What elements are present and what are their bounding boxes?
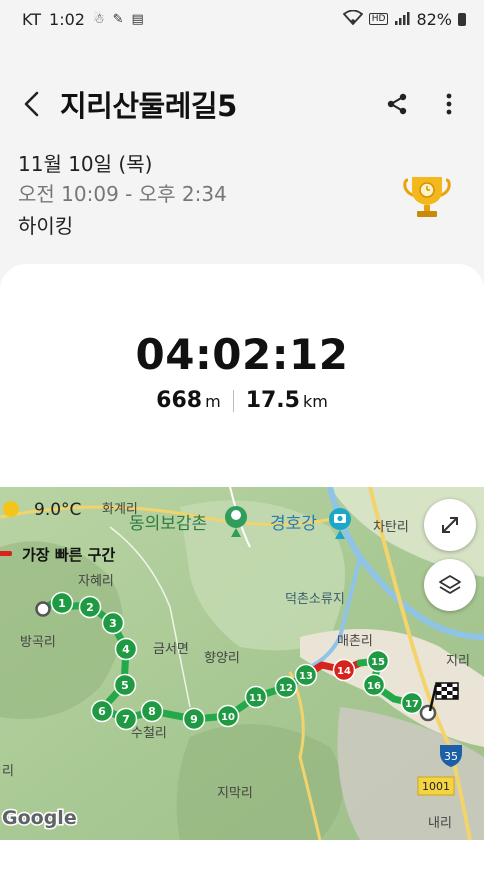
bottom-area (0, 840, 484, 870)
more-options-button[interactable] (434, 89, 464, 119)
place-label: 덕촌소류지 (285, 592, 345, 607)
battery-percent: 82% (416, 9, 452, 29)
place-label: 매촌리 (337, 634, 373, 649)
workout-time-range: 오전 10:09 - 오후 2:34 (18, 182, 227, 206)
place-label: 자혜리 (78, 574, 114, 589)
route-marker-label: 5 (121, 679, 129, 692)
place-label: 지리 (446, 654, 470, 669)
back-icon (24, 91, 39, 117)
share-button[interactable] (382, 89, 412, 119)
fastest-legend-swatch (0, 551, 12, 556)
signal-icon (394, 10, 410, 29)
page-title: 지리산둘레길5 (60, 89, 237, 123)
layers-button[interactable] (424, 559, 476, 611)
layers-icon (439, 575, 461, 594)
temperature-label: 9.0°C (34, 500, 81, 520)
route-marker-label: 17 (405, 699, 419, 710)
route-marker-label: 9 (190, 713, 198, 726)
share-icon (387, 93, 407, 115)
gallery-icon: ▤ (131, 11, 144, 27)
trophy-icon[interactable] (402, 172, 452, 222)
status-time: 1:02 (49, 9, 85, 29)
route-marker-label: 2 (86, 601, 94, 614)
elevation-unit: m (205, 392, 221, 411)
workout-stats: 668 m 17.5 km (0, 388, 484, 413)
app-icon: ✎ (112, 11, 124, 27)
road-shield-label: 35 (444, 750, 458, 763)
place-label: 경호강 (270, 514, 317, 534)
app-header: 지리산둘레길5 (0, 78, 484, 130)
route-marker-label: 14 (337, 666, 351, 677)
fastest-legend-label: 가장 빠른 구간 (22, 546, 115, 564)
route-marker-label: 10 (221, 712, 235, 723)
route-marker-label: 1 (58, 597, 66, 610)
road-number-label: 1001 (422, 780, 450, 793)
route-marker-label: 16 (367, 681, 381, 692)
start-point-icon (35, 601, 51, 617)
back-button[interactable] (10, 82, 54, 126)
stats-divider (232, 389, 234, 412)
expand-icon (442, 517, 458, 533)
expand-map-button[interactable] (424, 499, 476, 551)
place-label: 방곡리 (20, 635, 56, 650)
hd-icon: HD (368, 13, 389, 25)
place-label: 향양리 (204, 651, 240, 666)
more-vert-icon (446, 93, 452, 115)
carrier-label: KT (22, 9, 42, 29)
route-marker-label: 7 (122, 713, 130, 726)
place-label: 동의보감촌 (129, 514, 207, 534)
wifi-icon (342, 9, 364, 29)
route-map[interactable]: 1 2 3 4 5 6 7 8 9 10 11 12 13 14 15 16 17 (0, 487, 484, 840)
route-marker-label: 12 (279, 683, 293, 694)
google-logo: Google (2, 807, 77, 829)
place-label: 차탄리 (373, 520, 409, 535)
route-marker-label: 13 (299, 671, 313, 682)
workout-info: 11월 10일 (목) 오전 10:09 - 오후 2:34 하이킹 (18, 150, 458, 242)
workout-duration: 04:02:12 (135, 330, 349, 379)
route-marker-label: 6 (98, 705, 106, 718)
distance-unit: km (302, 392, 328, 411)
place-label: 수철리 (131, 726, 167, 741)
route-marker-label: 3 (109, 617, 117, 630)
sun-icon (3, 501, 19, 517)
battery-icon (458, 12, 466, 26)
status-bar: KT 1:02 ☃ ✎ ▤ HD 82% (0, 0, 484, 38)
place-label: 내리 (428, 816, 452, 831)
route-marker-label: 15 (371, 657, 385, 668)
distance-value: 17.5 (245, 388, 300, 413)
route-marker-label: 8 (148, 705, 156, 718)
place-label: 지막리 (217, 786, 253, 801)
route-marker-label: 11 (249, 693, 263, 704)
place-label: 금서면 (153, 642, 189, 657)
notification-icon: ☃ (92, 11, 105, 27)
elevation-value: 668 (156, 388, 203, 413)
route-marker-label: 4 (122, 643, 130, 656)
activity-type: 하이킹 (18, 214, 74, 238)
workout-date: 11월 10일 (목) (18, 152, 153, 176)
place-label: 리 (2, 764, 14, 779)
